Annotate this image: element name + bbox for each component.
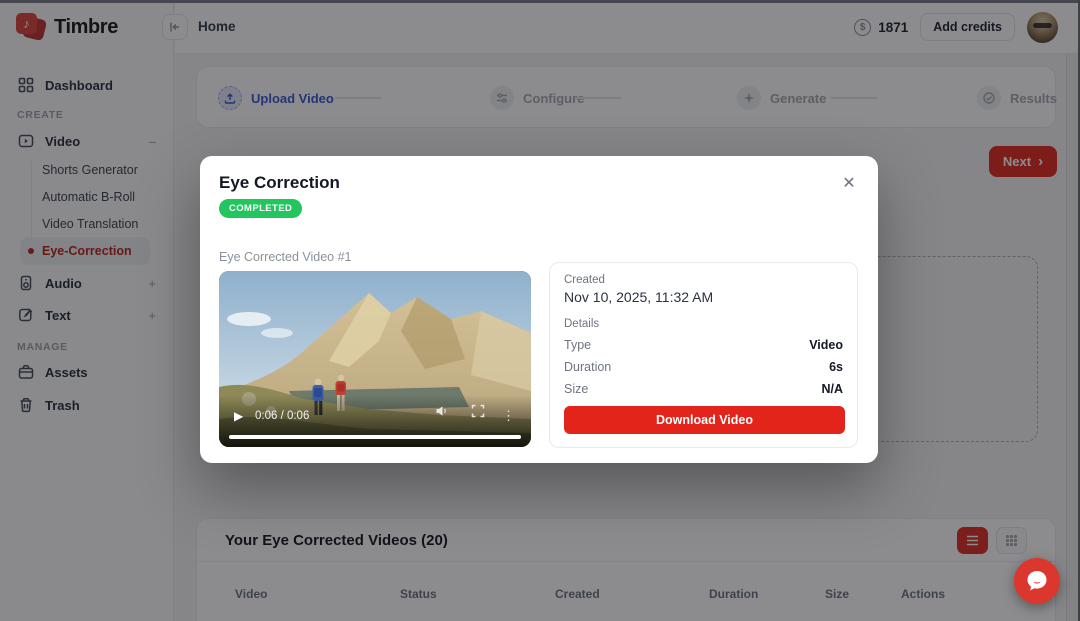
window-top-edge bbox=[0, 0, 1080, 3]
kebab-menu-icon[interactable]: ⋮ bbox=[502, 408, 515, 424]
player-controls: ▶ 0:06 / 0:06 ⋮ bbox=[219, 395, 531, 447]
chat-widget-button[interactable] bbox=[1014, 558, 1060, 604]
volume-icon[interactable] bbox=[435, 404, 449, 423]
status-badge: COMPLETED bbox=[219, 199, 303, 218]
chat-bubble-icon bbox=[1027, 571, 1047, 591]
detail-row-size: Size N/A bbox=[564, 382, 843, 396]
detail-row-type: Type Video bbox=[564, 338, 843, 352]
video-player[interactable]: ▶ 0:06 / 0:06 ⋮ bbox=[219, 271, 531, 447]
video-label: Eye Corrected Video #1 bbox=[219, 250, 352, 264]
playback-time: 0:06 / 0:06 bbox=[255, 410, 310, 422]
fullscreen-icon[interactable] bbox=[471, 404, 485, 423]
detail-row-duration: Duration 6s bbox=[564, 360, 843, 374]
created-label: Created bbox=[564, 274, 605, 286]
progress-bar[interactable] bbox=[229, 435, 521, 439]
modal-title: Eye Correction bbox=[219, 173, 340, 192]
created-value: Nov 10, 2025, 11:32 AM bbox=[564, 289, 714, 305]
video-info-card: Created Nov 10, 2025, 11:32 AM Details T… bbox=[549, 262, 858, 448]
play-icon[interactable]: ▶ bbox=[234, 409, 243, 423]
app-window: ♪ Timbre Dashboard CREATE Video – Shorts… bbox=[0, 0, 1080, 621]
details-label: Details bbox=[564, 318, 600, 330]
download-video-button[interactable]: Download Video bbox=[564, 406, 845, 434]
eye-correction-modal: Eye Correction COMPLETED ✕ Eye Corrected… bbox=[200, 156, 878, 463]
close-icon[interactable]: ✕ bbox=[838, 172, 860, 194]
